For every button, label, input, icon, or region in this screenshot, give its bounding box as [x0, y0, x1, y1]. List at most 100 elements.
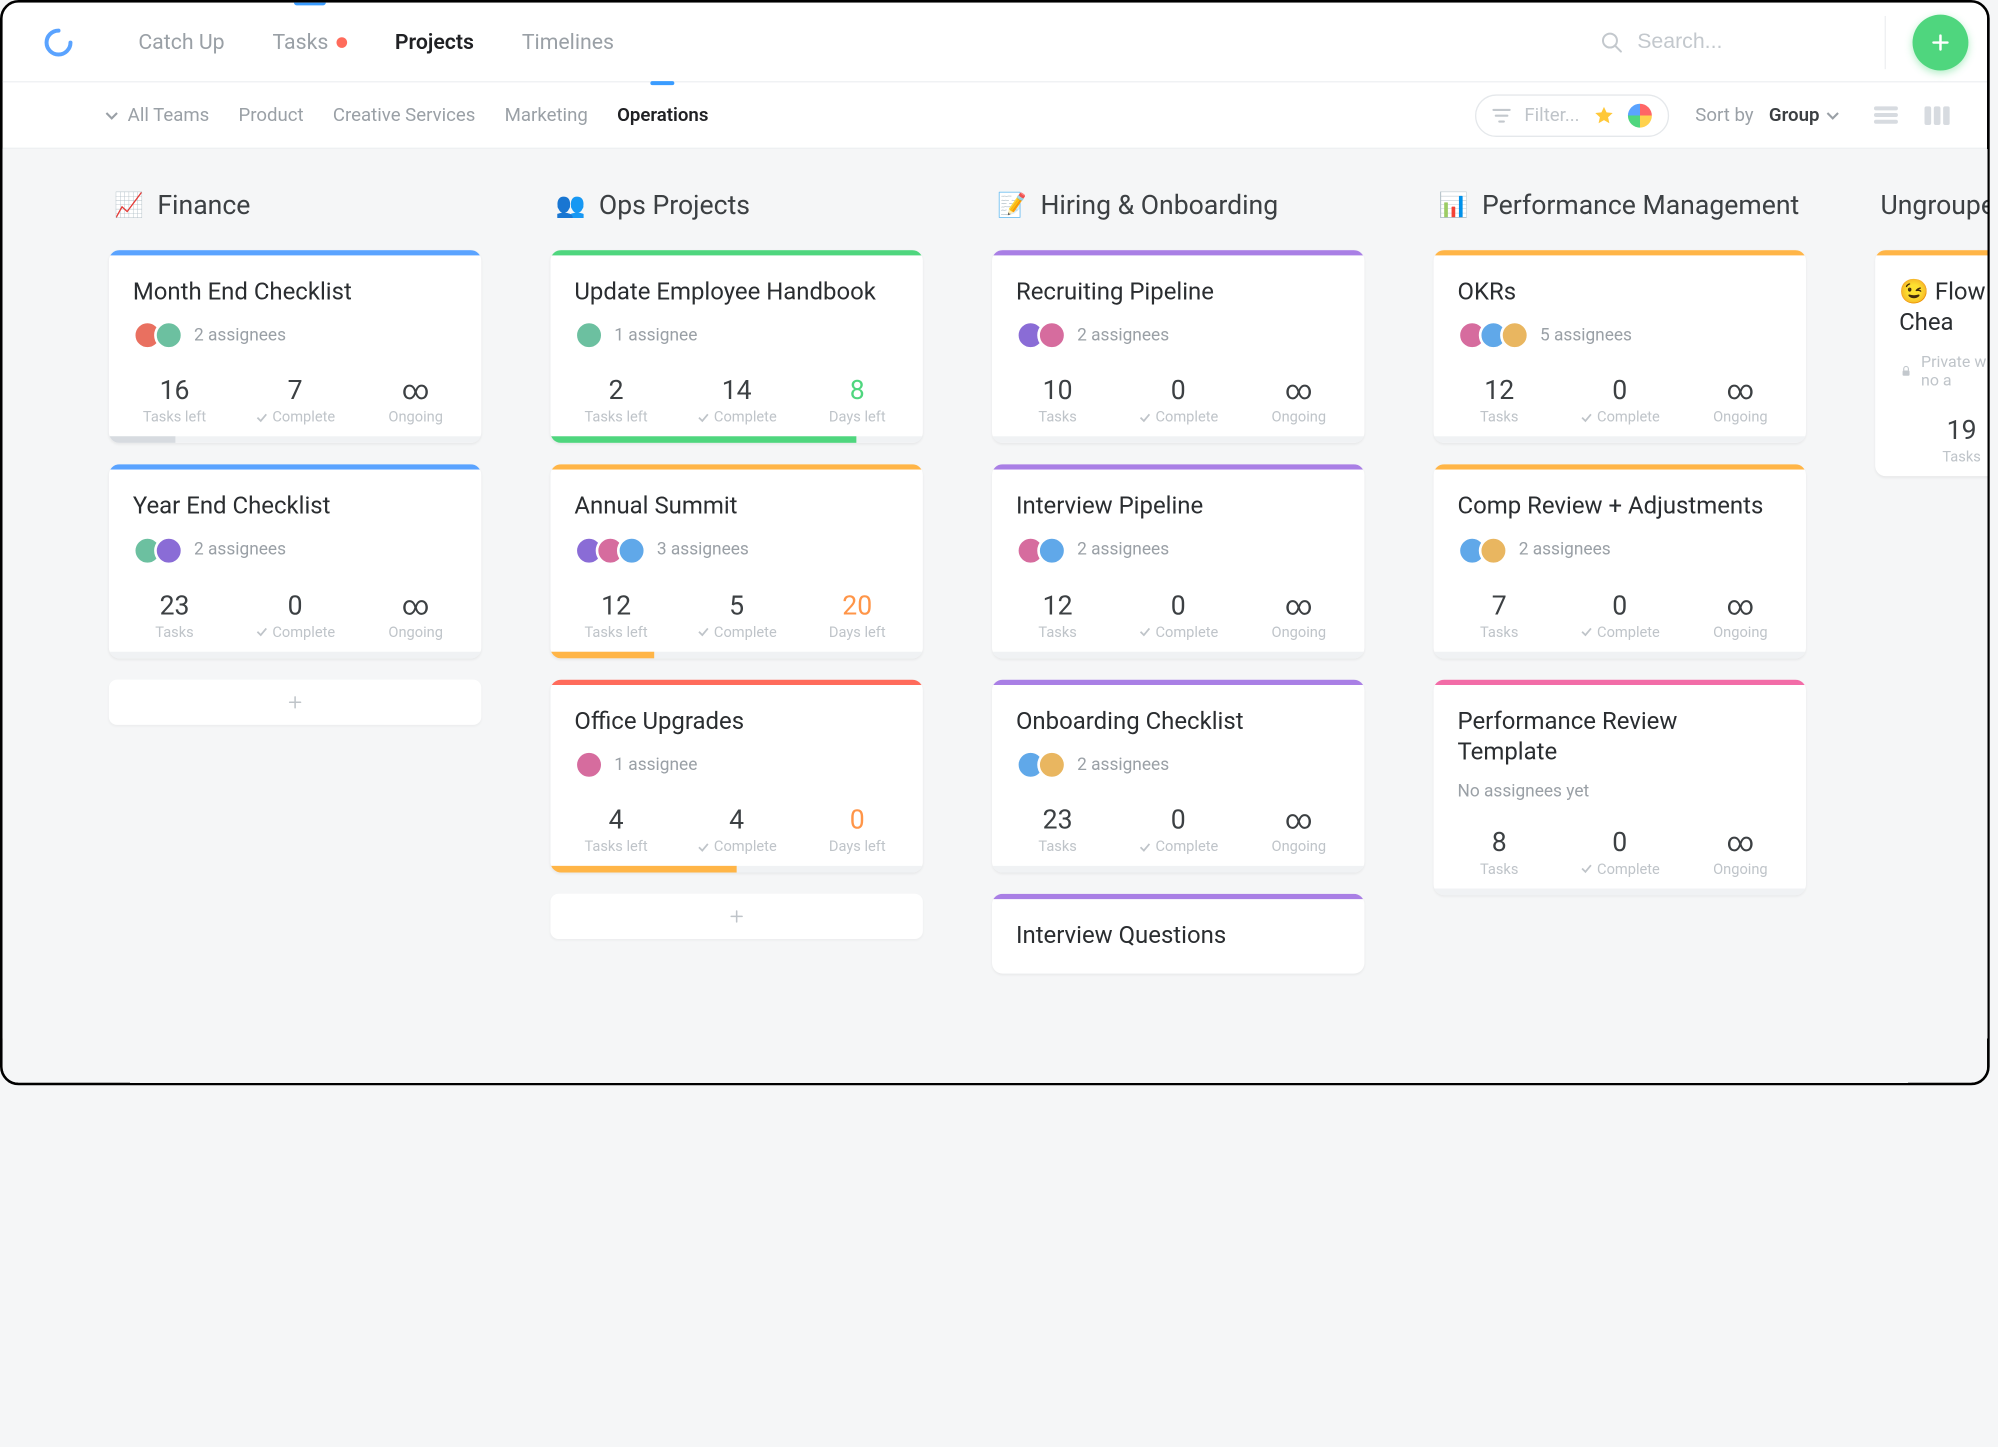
assignees-row: 1 assignee — [575, 321, 900, 350]
project-card[interactable]: Recruiting Pipeline2 assignees10Tasks0Co… — [992, 250, 1364, 443]
project-card[interactable]: OKRs5 assignees12Tasks0Complete∞Ongoing — [1434, 250, 1806, 443]
project-card[interactable]: Interview Questions — [992, 894, 1364, 973]
project-card[interactable]: Performance Review TemplateNo assignees … — [1434, 679, 1806, 894]
stat-value: ∞ — [356, 374, 477, 406]
card-stats: 8Tasks0Complete∞Ongoing — [1434, 809, 1806, 887]
add-button[interactable] — [1913, 14, 1969, 70]
stat-value: 19 — [1881, 413, 1987, 445]
stat-label: Complete — [1560, 860, 1681, 877]
project-card[interactable]: Comp Review + Adjustments2 assignees7Tas… — [1434, 465, 1806, 658]
card-stats: 4Tasks left4Complete0 Days left — [551, 788, 923, 866]
project-card[interactable]: Annual Summit3 assignees12Tasks left5Com… — [551, 465, 923, 658]
add-card-button[interactable] — [109, 679, 481, 724]
card-title: 😉 Flow Chea — [1899, 277, 1987, 339]
project-card[interactable]: Month End Checklist2 assignees16Tasks le… — [109, 250, 481, 443]
team-tab-creative[interactable]: Creative Services — [333, 83, 475, 147]
stat-label: Tasks left — [556, 838, 677, 855]
stat: 10Tasks — [998, 374, 1119, 426]
project-card[interactable]: Year End Checklist2 assignees23Tasks0Com… — [109, 465, 481, 658]
stat: 4Tasks left — [556, 804, 677, 856]
plus-icon — [728, 907, 747, 926]
team-tab-product[interactable]: Product — [239, 83, 304, 147]
project-card[interactable]: Update Employee Handbook1 assignee2Tasks… — [551, 250, 923, 443]
plus-icon — [286, 693, 305, 712]
stat: ∞Ongoing — [1680, 825, 1801, 877]
stat: 5Complete — [677, 589, 798, 641]
stat-label: Days left — [797, 838, 918, 855]
lock-icon — [1899, 363, 1913, 379]
view-list-button[interactable] — [1867, 100, 1904, 129]
avatar — [1479, 536, 1508, 565]
stat-value: ∞ — [1239, 804, 1360, 836]
card-stats: 12Tasks0Complete∞Ongoing — [992, 573, 1364, 651]
add-card-button[interactable] — [551, 894, 923, 939]
list-icon — [1873, 104, 1900, 125]
search-input[interactable] — [1637, 30, 1863, 54]
nav-catch-up[interactable]: Catch Up — [114, 3, 248, 81]
stat-value: 0 — [235, 589, 356, 621]
project-card[interactable]: Interview Pipeline2 assignees12Tasks0Com… — [992, 465, 1364, 658]
check-icon — [255, 625, 268, 638]
stat-value: 0 — [1118, 374, 1239, 406]
team-tab-marketing[interactable]: Marketing — [505, 83, 588, 147]
nav-projects[interactable]: Projects — [371, 3, 498, 81]
stat-label: Tasks — [1439, 623, 1560, 640]
stat-value: 0 — [1118, 589, 1239, 621]
stat-value: 2 — [556, 374, 677, 406]
project-card[interactable]: 😉 Flow CheaPrivate with no a19Tasks — [1875, 250, 1987, 476]
assignee-text: No assignees yet — [1458, 781, 1590, 801]
stat-value: 4 — [677, 804, 798, 836]
stat-value: 8 — [797, 374, 918, 406]
filter-pill[interactable]: Filter... — [1475, 94, 1669, 137]
avatar — [154, 321, 183, 350]
stat-label: Tasks left — [556, 409, 677, 426]
stat-value: 10 — [998, 374, 1119, 406]
column-emoji-icon: 📝 — [998, 191, 1028, 219]
stat: ∞Ongoing — [1680, 374, 1801, 426]
check-icon — [697, 625, 710, 638]
board-column: 📊Performance ManagementOKRs5 assignees12… — [1434, 189, 1806, 1048]
stat-label: Tasks — [998, 623, 1119, 640]
stat: 0Complete — [1560, 374, 1681, 426]
avatar — [1500, 321, 1529, 350]
assignee-text: 1 assignee — [614, 755, 697, 775]
nav-timelines[interactable]: Timelines — [498, 3, 638, 81]
progress-bar — [1434, 437, 1806, 444]
project-card[interactable]: Onboarding Checklist2 assignees23Tasks0C… — [992, 679, 1364, 872]
project-board[interactable]: 📈FinanceMonth End Checklist2 assignees16… — [3, 149, 1987, 1085]
card-title: Recruiting Pipeline — [1016, 277, 1341, 308]
team-tab-all[interactable]: All Teams — [104, 83, 210, 147]
card-stats: 12Tasks left5Complete20Days left — [551, 573, 923, 651]
stat: 20Days left — [797, 589, 918, 641]
stat-label: Ongoing — [356, 623, 477, 640]
stat-value: ∞ — [1239, 374, 1360, 406]
card-stats: 19Tasks — [1875, 397, 1987, 475]
card-title: Interview Questions — [1016, 921, 1341, 952]
column-emoji-icon: 📈 — [114, 191, 144, 219]
progress-bar — [1434, 651, 1806, 658]
board-column: 📈FinanceMonth End Checklist2 assignees16… — [109, 189, 481, 1048]
check-icon — [1580, 862, 1593, 875]
assignees-row: 2 assignees — [1458, 536, 1783, 565]
chevron-down-icon — [104, 107, 120, 123]
board-icon — [1923, 104, 1950, 125]
stat-label: Ongoing — [1239, 409, 1360, 426]
assignees-row: 2 assignees — [133, 536, 458, 565]
assignee-text: 5 assignees — [1540, 326, 1632, 346]
stat-label: Complete — [235, 409, 356, 426]
check-icon — [1580, 411, 1593, 424]
board-column: Ungrouped 😉 Flow CheaPrivate with no a19T… — [1875, 189, 1987, 1048]
stat-value: 0 — [797, 804, 918, 836]
app-logo[interactable] — [37, 21, 80, 64]
view-board-button[interactable] — [1918, 100, 1955, 129]
project-card[interactable]: Office Upgrades1 assignee4Tasks left4Com… — [551, 679, 923, 872]
nav-tasks[interactable]: Tasks — [249, 3, 371, 81]
progress-bar — [551, 437, 923, 444]
assignee-text: 2 assignees — [194, 540, 286, 560]
stat: 4Complete — [677, 804, 798, 856]
plus-icon — [1929, 30, 1953, 54]
stat-value: 8 — [1439, 825, 1560, 857]
sort-by-select[interactable]: Sort by Group — [1695, 104, 1840, 125]
team-tab-operations[interactable]: Operations — [617, 83, 708, 147]
column-title: Ungrouped — [1881, 189, 1987, 221]
